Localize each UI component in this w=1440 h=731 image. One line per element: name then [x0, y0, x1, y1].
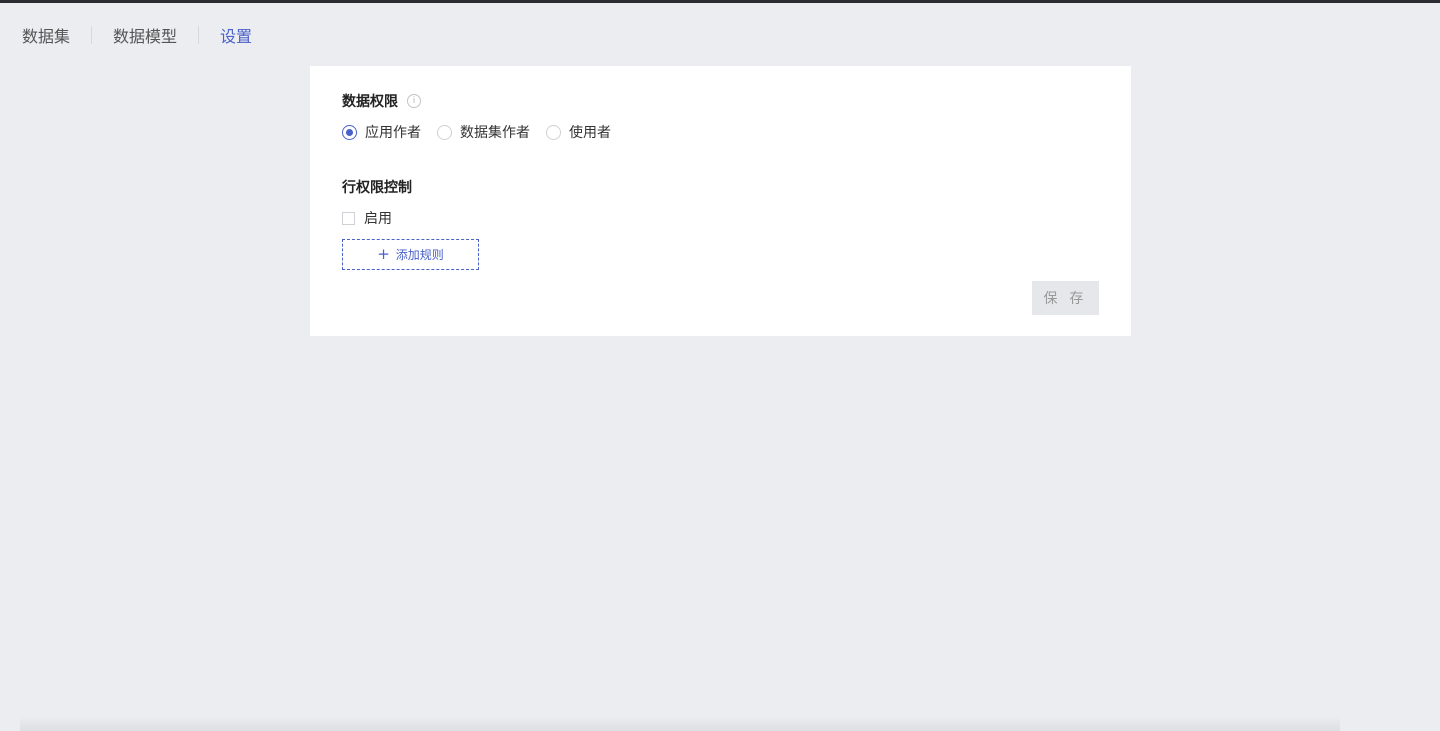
window-top-strip [0, 0, 1440, 3]
enable-label: 启用 [364, 211, 392, 227]
plus-icon: + [377, 245, 390, 263]
add-rule-button[interactable]: + 添加规则 [342, 239, 479, 270]
tab-divider [91, 26, 93, 44]
enable-checkbox-row[interactable]: 启用 [342, 208, 392, 228]
radio-circle[interactable] [437, 124, 452, 140]
radio-app-author[interactable]: 应用作者 [342, 122, 421, 142]
radio-circle-checked[interactable] [342, 124, 357, 140]
add-rule-label: 添加规则 [395, 248, 444, 262]
radio-label: 使用者 [569, 125, 611, 141]
tab-data-model[interactable]: 数据模型 [113, 23, 177, 47]
data-permission-label: 数据权限 [342, 94, 398, 110]
radio-circle[interactable] [546, 124, 561, 140]
radio-dataset-author[interactable]: 数据集作者 [437, 122, 530, 142]
save-button[interactable]: 保 存 [1032, 281, 1099, 315]
settings-panel: 数据权限 i 应用作者 数据集作者 使用者 行权限控制 启用 + 添加规则 保 … [310, 66, 1131, 336]
data-permission-radio-group: 应用作者 数据集作者 使用者 [342, 122, 627, 142]
tab-divider [198, 26, 200, 44]
enable-checkbox[interactable] [342, 211, 355, 225]
tab-dataset[interactable]: 数据集 [22, 23, 70, 47]
row-permission-title: 行权限控制 [342, 177, 412, 197]
row-permission-label: 行权限控制 [342, 180, 412, 196]
top-tabs: 数据集 数据模型 设置 [22, 22, 252, 48]
bottom-shadow [20, 716, 1340, 731]
data-permission-title: 数据权限 i [342, 91, 421, 111]
radio-user[interactable]: 使用者 [546, 122, 611, 142]
tab-settings[interactable]: 设置 [220, 23, 252, 47]
radio-label: 应用作者 [365, 125, 421, 141]
info-icon[interactable]: i [407, 94, 421, 108]
radio-label: 数据集作者 [460, 125, 530, 141]
